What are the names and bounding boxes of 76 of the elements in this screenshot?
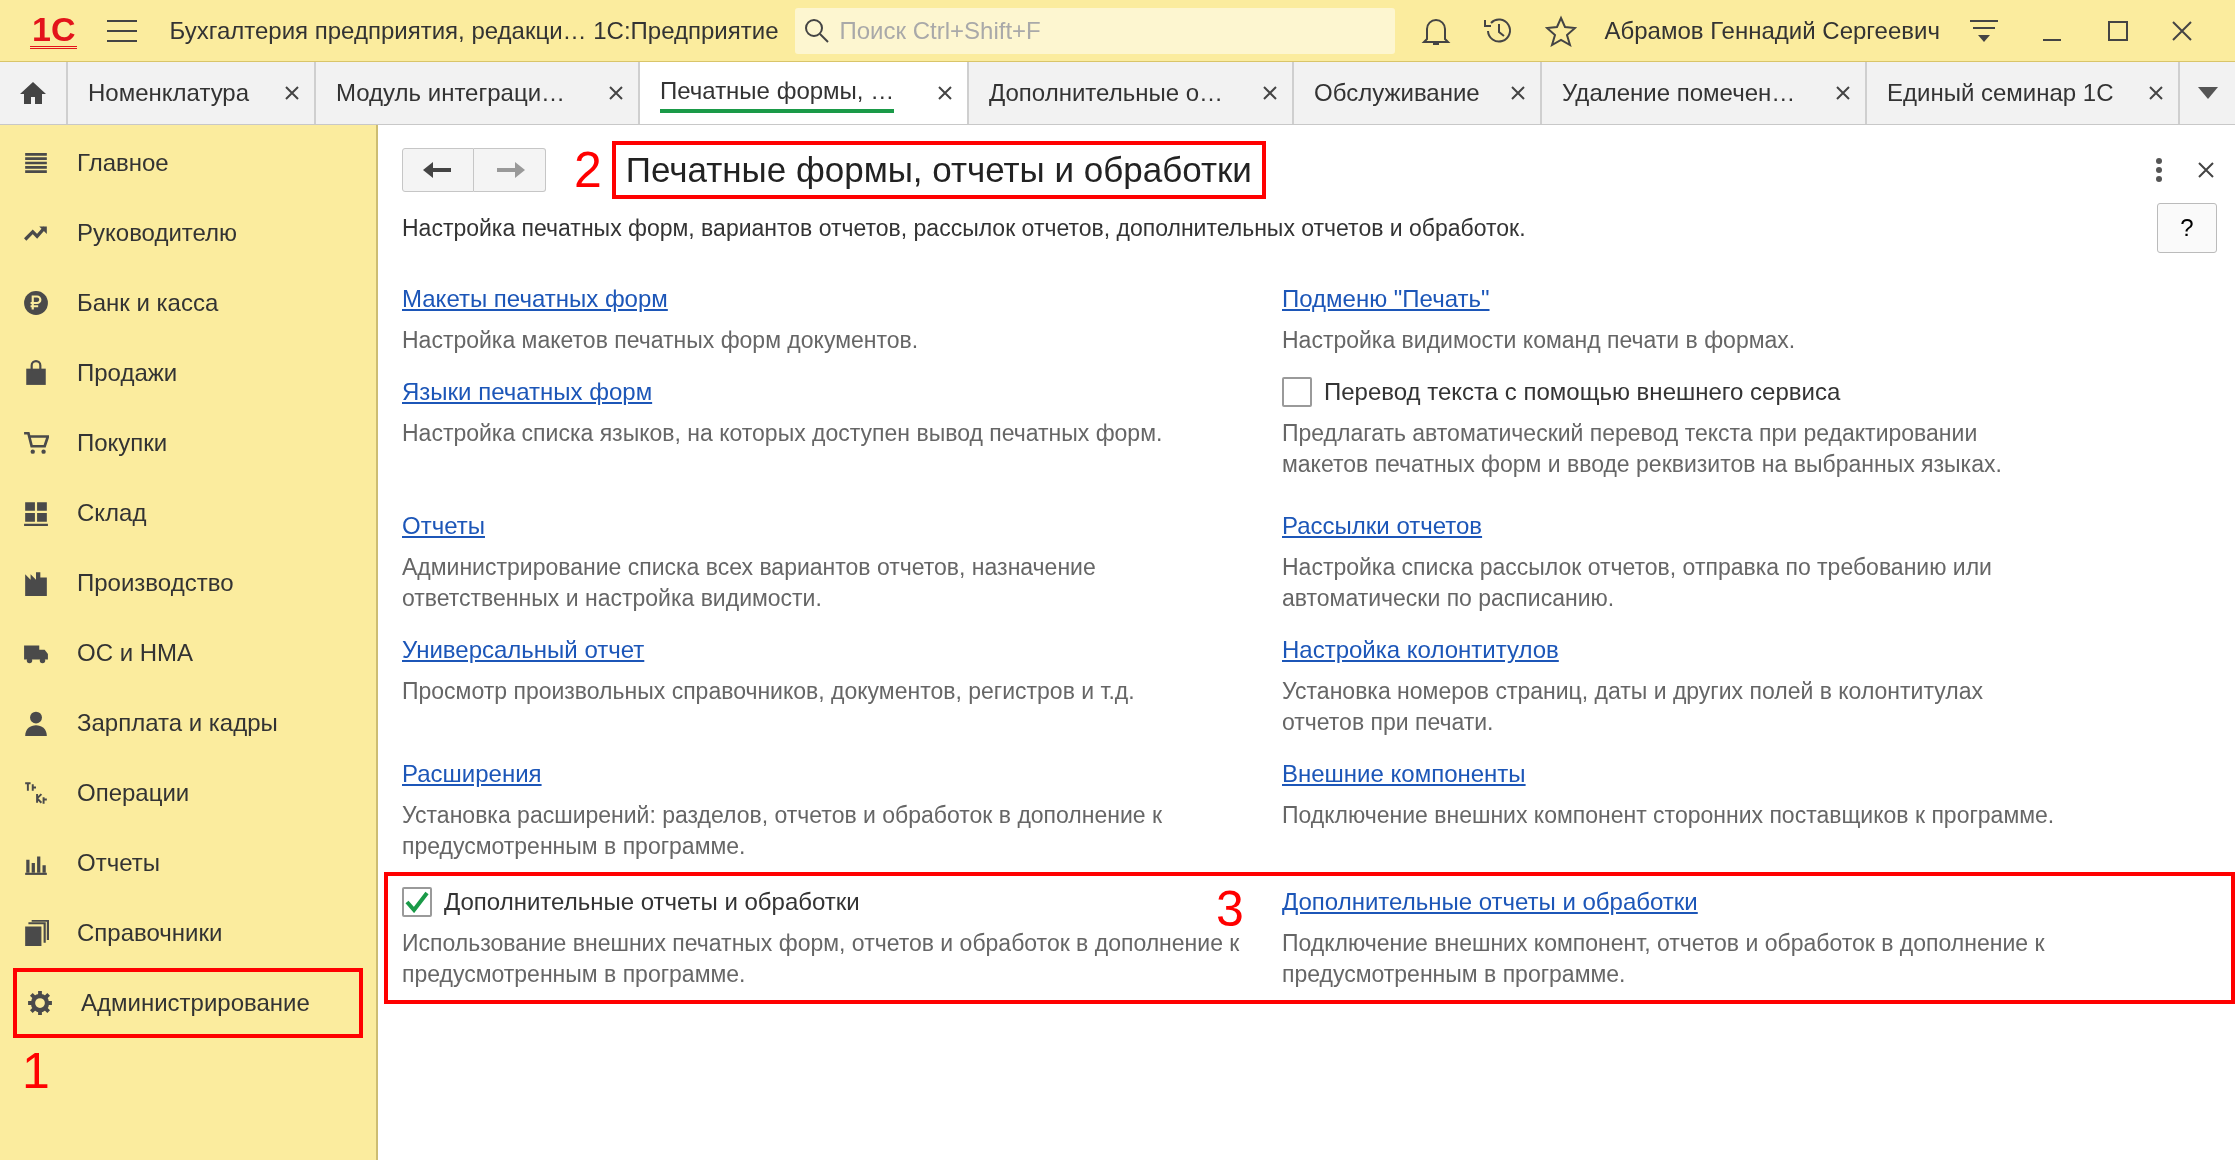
list-icon: [23, 150, 49, 176]
form-description: Настройка печатных форм, вариантов отчетов, рассылок отчетов, дополнительных отчетов и обработок.: [402, 213, 1526, 243]
link[interactable]: Дополнительные отчеты и обработки: [1282, 888, 1698, 915]
checkbox[interactable]: [402, 887, 432, 917]
item-description: Установка расширений: разделов, отчетов и обработок в дополнение к предусмотренным в программе.: [402, 801, 1164, 861]
search-field[interactable]: Поиск Ctrl+Shift+F: [794, 7, 1395, 54]
item-description: Предлагать автоматический перевод текста при редактировании макетов печатных форм и вводе реквизитов на выбранных языках.: [1282, 419, 2003, 479]
close-icon[interactable]: [2169, 18, 2194, 43]
grid-icon: [23, 500, 49, 526]
link[interactable]: Отчеты: [402, 512, 485, 539]
close-icon[interactable]: [1511, 86, 1525, 100]
close-icon[interactable]: [938, 86, 952, 100]
sidebar-item[interactable]: Отчеты: [13, 828, 363, 898]
back-button[interactable]: [402, 148, 474, 192]
checkbox-label[interactable]: Дополнительные отчеты и обработки: [444, 884, 860, 920]
sidebar-item[interactable]: Зарплата и кадры: [13, 688, 363, 758]
close-icon[interactable]: [1836, 86, 1850, 100]
close-icon[interactable]: [609, 86, 623, 100]
sidebar-item[interactable]: Покупки: [13, 408, 363, 478]
person-icon: [23, 710, 49, 736]
ruble-icon: [23, 290, 49, 316]
checkbox-label[interactable]: Перевод текста с помощью внешнего сервиса: [1324, 374, 1841, 410]
sidebar-item[interactable]: Руководителю: [13, 198, 363, 268]
tab[interactable]: Печатные формы, …: [640, 62, 969, 124]
link[interactable]: Внешние компоненты: [1282, 760, 1526, 787]
item-description: Администрирование списка всех вариантов отчетов, назначение ответственных и настройка видимости.: [402, 553, 1097, 613]
link[interactable]: Рассылки отчетов: [1282, 512, 1483, 539]
link[interactable]: Расширения: [402, 760, 542, 787]
maximize-icon[interactable]: [2105, 18, 2130, 43]
cart-icon: [23, 430, 49, 456]
item-description: Подключение внешних компонент сторонних поставщиков к программе.: [1282, 801, 2056, 830]
debit-credit-icon: [23, 780, 49, 806]
close-icon[interactable]: [285, 86, 299, 100]
sidebar-item[interactable]: Справочники: [13, 898, 363, 968]
sidebar-item[interactable]: ОС и НМА: [13, 618, 363, 688]
sidebar-item[interactable]: Главное: [13, 128, 363, 198]
close-icon[interactable]: [1263, 86, 1277, 100]
sidebar-item[interactable]: Склад: [13, 478, 363, 548]
sidebar-item[interactable]: Банк и касса: [13, 268, 363, 338]
user-name[interactable]: Абрамов Геннадий Сергеевич: [1604, 12, 1940, 49]
star-icon[interactable]: [1544, 14, 1577, 47]
sidebar-item[interactable]: Производство: [13, 548, 363, 618]
annotation-number: 2: [574, 145, 602, 195]
home-icon[interactable]: [19, 80, 47, 106]
close-icon[interactable]: [2149, 86, 2163, 100]
item-description: Подключение внешних компонент, отчетов и обработок в дополнение к предусмотренным в программе.: [1282, 929, 2046, 989]
link[interactable]: Настройка колонтитулов: [1282, 636, 1559, 663]
item-description: Настройка макетов печатных форм документов.: [402, 326, 920, 355]
sidebar-item[interactable]: Операции: [13, 758, 363, 828]
item-description: Установка номеров страниц, даты и других полей в колонтитулах отчетов при печати.: [1282, 677, 1984, 737]
link[interactable]: Языки печатных форм: [402, 378, 653, 405]
help-button[interactable]: ?: [2157, 203, 2217, 253]
link[interactable]: Подменю "Печать": [1282, 285, 1490, 312]
checkmark-icon: [405, 891, 429, 913]
form-title: Печатные формы, отчеты и обработки: [611, 141, 1266, 199]
item-description: Настройка видимости команд печати в формах.: [1282, 326, 1797, 355]
arrow-right-icon: [494, 161, 525, 179]
app-logo: 1С: [30, 12, 78, 49]
window-title: Бухгалтерия предприятия, редакци… 1С:Предприятие: [169, 15, 779, 46]
link[interactable]: Универсальный отчет: [402, 636, 645, 663]
dropdown-icon[interactable]: [2197, 87, 2218, 99]
link[interactable]: Макеты печатных форм: [402, 285, 668, 312]
item-description: Просмотр произвольных справочников, документов, регистров и т.д.: [402, 677, 1136, 706]
gear-icon: [27, 990, 53, 1016]
search-icon: [802, 16, 831, 45]
factory-icon: [23, 570, 49, 596]
bag-icon: [23, 360, 49, 386]
item-description: Настройка списка рассылок отчетов, отправка по требованию или автоматически по расписанию.: [1282, 553, 1993, 613]
checkbox[interactable]: [1282, 377, 1312, 407]
sidebar-item[interactable]: Продажи: [13, 338, 363, 408]
annotation-number: 1: [22, 1046, 51, 1096]
close-icon[interactable]: [2197, 161, 2215, 179]
item-description: Настройка списка языков, на которых доступен вывод печатных форм.: [402, 419, 1164, 448]
arrow-left-icon: [423, 161, 453, 179]
more-icon[interactable]: [2155, 157, 2163, 183]
books-icon: [23, 920, 49, 946]
